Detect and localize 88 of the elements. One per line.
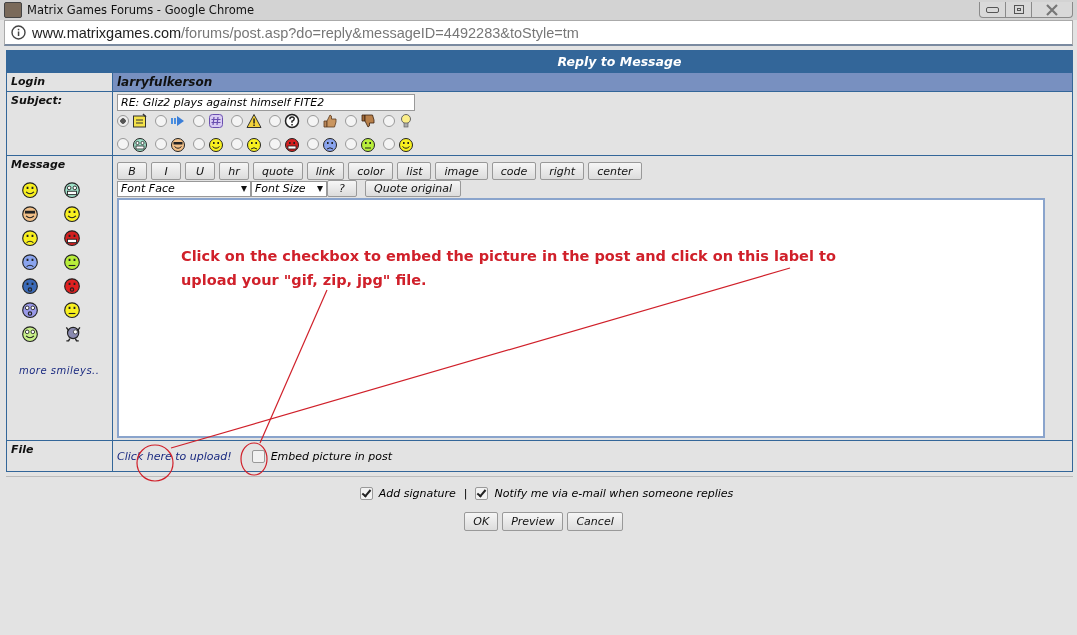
- format-button[interactable]: quote: [253, 162, 303, 180]
- winking-face-icon: [208, 136, 224, 152]
- annotation-text: Click on the checkbox to embed the picture in the post and click on this label to upload your "gif, zip, jpg" file.: [181, 247, 837, 290]
- format-button[interactable]: B: [117, 162, 147, 180]
- ok-button[interactable]: OK: [464, 512, 499, 531]
- sunglasses-face-icon[interactable]: [21, 204, 39, 222]
- smiling-face-icon[interactable]: [21, 180, 39, 198]
- format-button[interactable]: code: [491, 162, 537, 180]
- format-button[interactable]: U: [185, 162, 215, 180]
- sad-face-icon: [322, 136, 338, 152]
- checkbox-label: Add signature: [378, 487, 456, 500]
- sad-face-icon[interactable]: [21, 252, 39, 270]
- post-icon-radio[interactable]: [193, 115, 205, 127]
- warning-icon: [246, 113, 262, 129]
- field-label: Subject:: [7, 92, 113, 155]
- post-icon-radio[interactable]: [155, 115, 167, 127]
- format-button[interactable]: center: [588, 162, 642, 180]
- font-size-dropdown[interactable]: Font Size: [251, 180, 327, 197]
- circle-mark: [240, 442, 268, 476]
- thumbs-down-icon: [360, 113, 376, 129]
- sleeping-face-icon[interactable]: [21, 276, 39, 294]
- app-icon: [4, 2, 22, 18]
- surprised-face-icon[interactable]: [21, 300, 39, 318]
- post-icon-radio[interactable]: [383, 138, 395, 150]
- info-icon[interactable]: [11, 25, 26, 40]
- help-button[interactable]: ?: [327, 180, 357, 197]
- option-checkbox[interactable]: [475, 487, 489, 500]
- post-icon-radio[interactable]: [193, 138, 205, 150]
- thinking-face-icon[interactable]: [63, 300, 81, 318]
- grinning-face-icon: [132, 136, 148, 152]
- format-button[interactable]: right: [540, 162, 585, 180]
- message-field[interactable]: Click on the checkbox to embed the picture in the post and click on this label to upload your "gif, zip, jpg" file.: [117, 198, 1045, 438]
- confused-face-icon: [246, 136, 262, 152]
- embed-checkbox[interactable]: [251, 449, 265, 463]
- post-icon-radio[interactable]: [383, 115, 395, 127]
- rolling-eyes-face-icon[interactable]: [21, 324, 39, 342]
- arrow-icon: [170, 113, 186, 129]
- winking-face-icon[interactable]: [63, 204, 81, 222]
- checkbox-label: Embed picture in post: [270, 449, 392, 463]
- more-smileys-link[interactable]: more smileys..: [19, 365, 108, 376]
- font-face-dropdown[interactable]: Font Face: [117, 180, 251, 197]
- format-button[interactable]: link: [306, 162, 345, 180]
- post-icon-radio[interactable]: [155, 138, 167, 150]
- form-header: Reply to Message: [7, 51, 1072, 72]
- light-bulb-icon: [398, 113, 414, 129]
- dancing-figure-icon[interactable]: [63, 324, 81, 342]
- format-button[interactable]: list: [397, 162, 432, 180]
- post-icon-radio[interactable]: [117, 115, 129, 127]
- neutral-face-icon[interactable]: [63, 252, 81, 270]
- url-text: www.matrixgames.com/forums/post.asp?do=reply&messageID=4492283&toStyle=tm: [32, 24, 579, 41]
- post-icon-radio[interactable]: [307, 115, 319, 127]
- smiling-face-icon: [398, 136, 414, 152]
- post-icon-radio[interactable]: [345, 138, 357, 150]
- format-button[interactable]: I: [151, 162, 181, 180]
- post-icon-radio[interactable]: [117, 138, 129, 150]
- format-button[interactable]: hr: [219, 162, 249, 180]
- hash-icon: [208, 113, 224, 129]
- address-bar[interactable]: www.matrixgames.com/forums/post.asp?do=reply&messageID=4492283&toStyle=tm: [4, 20, 1073, 46]
- angry-face-icon[interactable]: [63, 228, 81, 246]
- shouting-face-icon[interactable]: [63, 276, 81, 294]
- close-icon: [1045, 3, 1059, 16]
- separator-text: |: [463, 487, 468, 500]
- post-icon-radio[interactable]: [345, 115, 357, 127]
- field-label: Message: [11, 158, 67, 171]
- post-icon-radio[interactable]: [269, 115, 281, 127]
- post-icon-radio[interactable]: [231, 115, 243, 127]
- post-icon-radio[interactable]: [307, 138, 319, 150]
- option-checkbox[interactable]: [359, 487, 373, 500]
- question-icon: [284, 113, 300, 129]
- preview-button[interactable]: Preview: [502, 512, 564, 531]
- checkbox-label: Notify me via e-mail when someone replies: [494, 487, 734, 500]
- username: larryfulkerson: [113, 73, 1072, 91]
- field-label: File: [7, 441, 113, 471]
- quote-original-button[interactable]: Quote original: [365, 180, 462, 197]
- post-icon-radio[interactable]: [231, 138, 243, 150]
- sunglasses-face-icon: [170, 136, 186, 152]
- format-button[interactable]: color: [348, 162, 394, 180]
- subject-field[interactable]: RE: Gliz2 plays against himself FITE2: [117, 94, 415, 111]
- cancel-button[interactable]: Cancel: [567, 512, 623, 531]
- confused-face-icon[interactable]: [21, 228, 39, 246]
- angry-face-icon: [284, 136, 300, 152]
- window-title: Matrix Games Forums - Google Chrome: [27, 3, 254, 17]
- thumbs-up-icon: [322, 113, 338, 129]
- neutral-face-icon: [360, 136, 376, 152]
- post-icon-radio[interactable]: [269, 138, 281, 150]
- grinning-face-icon[interactable]: [63, 180, 81, 198]
- note-icon: [132, 113, 148, 129]
- format-button[interactable]: image: [435, 162, 488, 180]
